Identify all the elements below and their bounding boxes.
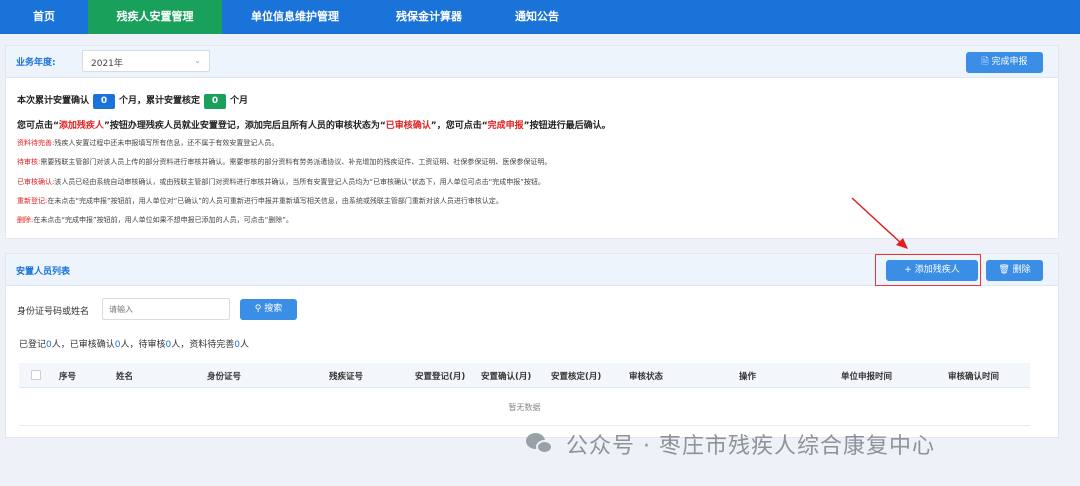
col-unit-report-time: 单位申报时间	[841, 372, 893, 382]
col-index: 序号	[59, 372, 77, 382]
search-input-box[interactable]	[102, 298, 230, 320]
select-all-checkbox[interactable]	[31, 370, 41, 380]
col-audit-status: 审核状态	[629, 372, 664, 382]
col-placement-registered: 安置登记(月)	[415, 372, 466, 382]
col-id-number: 身份证号	[207, 372, 242, 382]
stats-line: 已登记0人，已审核确认0人，待审核0人，资料待完善0人	[19, 340, 250, 350]
watermark: 公众号 · 枣庄市残疾人综合康复中心	[526, 425, 935, 463]
col-audit-confirm-time: 审核确认时间	[948, 372, 1000, 382]
wechat-icon	[526, 433, 554, 455]
search-label: 身份证号码或姓名	[17, 307, 90, 317]
search-icon: ⚲	[254, 304, 262, 314]
col-placement-confirmed: 安置确认(月)	[481, 372, 532, 382]
table-empty: 暂无数据	[19, 388, 1030, 426]
col-placement-verified: 安置核定(月)	[551, 372, 602, 382]
watermark-text: 公众号 · 枣庄市残疾人综合康复中心	[566, 434, 935, 459]
col-disability-number: 残疾证号	[329, 372, 364, 382]
search-input[interactable]	[109, 300, 219, 318]
search-button[interactable]: ⚲ 搜索	[240, 299, 297, 320]
table-header: 序号 姓名 身份证号 残疾证号 安置登记(月) 安置确认(月) 安置核定(月) …	[19, 363, 1030, 388]
col-actions: 操作	[739, 372, 757, 382]
col-name: 姓名	[116, 372, 134, 382]
